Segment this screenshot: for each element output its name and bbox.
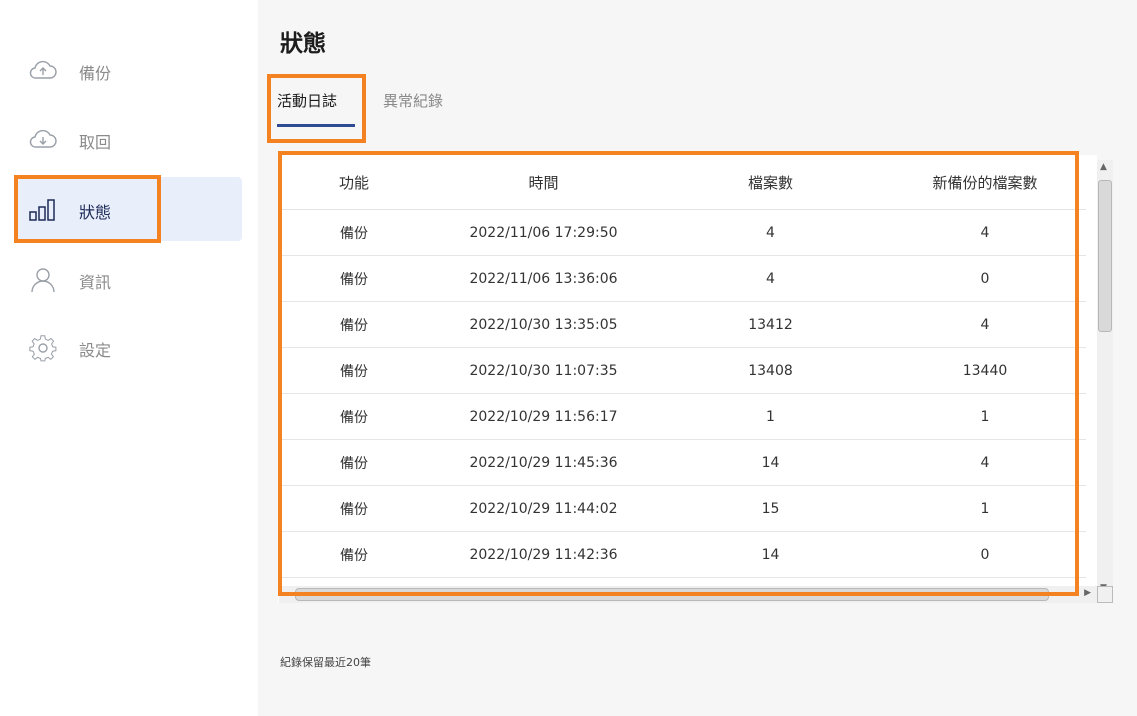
cell-file-count: 14 bbox=[657, 531, 884, 578]
bar-chart-icon bbox=[29, 199, 55, 221]
cell-file-count: 14 bbox=[657, 439, 884, 486]
table-row[interactable]: 備份 2022/10/29 11:44:02 15 1 bbox=[278, 485, 1086, 532]
horizontal-scroll-thumb[interactable] bbox=[295, 588, 1049, 601]
cell-file-count: 13412 bbox=[657, 301, 884, 348]
gear-icon bbox=[29, 335, 57, 362]
cell-time: 2022/10/30 13:35:05 bbox=[430, 301, 657, 348]
cell-function: 備份 bbox=[278, 347, 430, 394]
cell-function: 備份 bbox=[278, 255, 430, 302]
cell-time: 2022/10/29 11:56:17 bbox=[430, 393, 657, 440]
cell-time: 2022/10/29 11:44:02 bbox=[430, 485, 657, 532]
column-header-file-count[interactable]: 檔案數 bbox=[657, 155, 884, 210]
tab-error-records[interactable]: 異常紀錄 bbox=[383, 90, 443, 111]
table-row[interactable]: 備份 2022/10/30 11:07:35 13408 13440 bbox=[278, 347, 1086, 394]
page-title: 狀態 bbox=[280, 31, 326, 57]
cell-file-count: 4 bbox=[657, 255, 884, 302]
table-row[interactable]: 備份 2022/10/30 13:35:05 13412 4 bbox=[278, 301, 1086, 348]
cell-new-backup-count: 0 bbox=[884, 531, 1086, 578]
cell-new-backup-count: 0 bbox=[884, 255, 1086, 302]
cell-time: 2022/10/29 11:45:36 bbox=[430, 439, 657, 486]
column-header-function[interactable]: 功能 bbox=[278, 155, 430, 210]
cell-time: 2022/10/30 11:07:35 bbox=[430, 347, 657, 394]
cell-time: 2022/11/06 13:36:06 bbox=[430, 255, 657, 302]
cell-file-count: 13408 bbox=[657, 347, 884, 394]
download-cloud-icon bbox=[29, 129, 57, 148]
cell-function: 備份 bbox=[278, 439, 430, 486]
cell-file-count: 4 bbox=[657, 209, 884, 256]
sidebar-item-info[interactable]: 資訊 bbox=[16, 247, 242, 311]
activity-log-table: 功能 時間 檔案數 新備份的檔案數 備份 2022/11/06 17:29:50… bbox=[278, 155, 1097, 602]
column-header-new-backup-count[interactable]: 新備份的檔案數 bbox=[884, 155, 1086, 210]
main-panel: 狀態 活動日誌 異常紀錄 功能 時間 檔案數 新備份的檔案數 備份 2022/1… bbox=[258, 0, 1137, 716]
vertical-scroll-thumb[interactable] bbox=[1098, 180, 1112, 332]
table-row[interactable]: 備份 2022/10/29 11:45:36 14 4 bbox=[278, 439, 1086, 486]
cell-new-backup-count: 4 bbox=[884, 209, 1086, 256]
table-row[interactable]: 備份 2022/10/29 11:42:36 14 0 bbox=[278, 531, 1086, 578]
cell-new-backup-count: 13440 bbox=[884, 347, 1086, 394]
upload-cloud-icon bbox=[29, 60, 57, 79]
cell-new-backup-count: 4 bbox=[884, 301, 1086, 348]
table-header-row: 功能 時間 檔案數 新備份的檔案數 bbox=[278, 155, 1086, 210]
sidebar-item-label: 備份 bbox=[79, 64, 112, 83]
sidebar-item-settings[interactable]: 設定 bbox=[16, 315, 242, 379]
cell-function: 備份 bbox=[278, 301, 430, 348]
tab-activity-log[interactable]: 活動日誌 bbox=[277, 90, 337, 111]
cell-time: 2022/11/06 17:29:50 bbox=[430, 209, 657, 256]
scroll-up-arrow-icon[interactable]: ▲ bbox=[1100, 162, 1107, 172]
user-icon bbox=[31, 268, 55, 293]
tab-active-underline bbox=[277, 124, 355, 127]
cell-new-backup-count: 1 bbox=[884, 393, 1086, 440]
cell-function: 備份 bbox=[278, 485, 430, 532]
sidebar-item-label: 狀態 bbox=[79, 203, 112, 222]
scrollbar-corner bbox=[1097, 586, 1113, 603]
cell-time: 2022/10/29 11:42:36 bbox=[430, 531, 657, 578]
sidebar-item-backup[interactable]: 備份 bbox=[16, 38, 242, 102]
sidebar-item-label: 資訊 bbox=[79, 273, 112, 292]
cell-new-backup-count: 4 bbox=[884, 439, 1086, 486]
table-row[interactable]: 備份 2022/10/29 11:56:17 1 1 bbox=[278, 393, 1086, 440]
sidebar-item-label: 設定 bbox=[79, 341, 112, 360]
cell-file-count: 1 bbox=[657, 393, 884, 440]
sidebar-item-label: 取回 bbox=[79, 133, 112, 152]
cell-new-backup-count: 1 bbox=[884, 485, 1086, 532]
retention-note: 紀錄保留最近20筆 bbox=[280, 656, 371, 669]
sidebar: 備份 取回 狀態 資訊 設定 bbox=[0, 0, 258, 716]
horizontal-scrollbar[interactable]: ▶ bbox=[279, 586, 1097, 603]
table-row[interactable]: 備份 2022/11/06 17:29:50 4 4 bbox=[278, 209, 1086, 256]
cell-file-count: 15 bbox=[657, 485, 884, 532]
vertical-scrollbar[interactable]: ▲ ▼ bbox=[1097, 160, 1113, 603]
column-header-time[interactable]: 時間 bbox=[430, 155, 657, 210]
sidebar-item-status[interactable]: 狀態 bbox=[16, 177, 242, 241]
cell-function: 備份 bbox=[278, 531, 430, 578]
sidebar-item-restore[interactable]: 取回 bbox=[16, 107, 242, 171]
scroll-right-arrow-icon[interactable]: ▶ bbox=[1084, 588, 1091, 598]
cell-function: 備份 bbox=[278, 393, 430, 440]
table-row[interactable]: 備份 2022/11/06 13:36:06 4 0 bbox=[278, 255, 1086, 302]
cell-function: 備份 bbox=[278, 209, 430, 256]
